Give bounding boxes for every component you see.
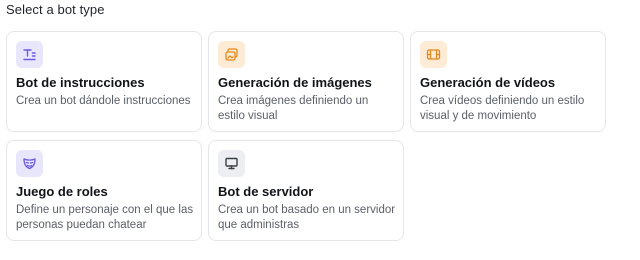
text-lines-icon [16, 41, 43, 68]
card-title: Generación de vídeos [420, 75, 556, 90]
card-title: Juego de roles [16, 184, 108, 199]
card-title: Bot de servidor [218, 184, 314, 199]
card-description: Define un personaje con el que las perso… [16, 204, 194, 231]
card-description: Crea vídeos definiendo un estilo visual … [420, 95, 585, 122]
card-description: Crea imágenes definiendo un estilo visua… [218, 95, 369, 122]
card-title: Bot de instrucciones [16, 75, 145, 90]
card-description: Crea un bot dándole instrucciones [16, 95, 191, 107]
bot-type-card-video-generation[interactable]: Generación de vídeos Crea vídeos definie… [410, 31, 606, 132]
monitor-icon [218, 150, 245, 177]
bot-type-card-server[interactable]: Bot de servidor Crea un bot basado en un… [208, 140, 404, 241]
bot-type-card-image-generation[interactable]: Generación de imágenes Crea imágenes def… [208, 31, 404, 132]
bot-type-card-roleplay[interactable]: Juego de roles Define un personaje con e… [6, 140, 202, 241]
images-icon [218, 41, 245, 68]
bot-type-selector: Select a bot type Bot de instrucciones C… [0, 0, 640, 260]
page-title: Select a bot type [6, 2, 105, 17]
mask-icon [16, 150, 43, 177]
bot-type-card-instructions[interactable]: Bot de instrucciones Crea un bot dándole… [6, 31, 202, 132]
card-title: Generación de imágenes [218, 75, 372, 90]
card-description: Crea un bot basado en un servidor que ad… [218, 204, 396, 231]
film-icon [420, 41, 447, 68]
